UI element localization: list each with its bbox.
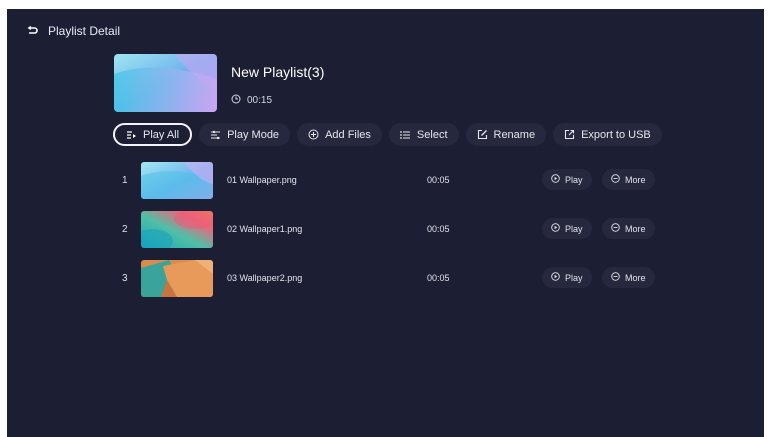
- file-duration: 00:05: [427, 273, 450, 283]
- play-mode-button[interactable]: Play Mode: [199, 123, 291, 146]
- export-icon: [564, 129, 575, 140]
- file-duration: 00:05: [427, 175, 450, 185]
- select-button[interactable]: Select: [388, 123, 459, 146]
- playlist-cover-image: [114, 54, 217, 112]
- more-circle-icon: [611, 272, 620, 283]
- list-item[interactable]: 3 03 Wallpaper2.png 00:05 Play More: [114, 260, 674, 297]
- playlist-detail-screen: Playlist Detail New Playlist(3) 00:15 Pl…: [7, 9, 764, 437]
- add-circle-icon: [308, 129, 319, 140]
- file-thumbnail: [141, 211, 213, 248]
- topbar: Playlist Detail: [27, 24, 120, 38]
- play-mode-icon: [210, 129, 221, 140]
- page-title: Playlist Detail: [48, 24, 121, 38]
- play-button[interactable]: Play: [542, 267, 592, 288]
- list-select-icon: [400, 129, 411, 140]
- more-button[interactable]: More: [602, 218, 655, 239]
- file-thumbnail: [141, 162, 213, 199]
- export-to-usb-button[interactable]: Export to USB: [553, 123, 662, 146]
- toolbar: Play All Play Mode Add Files Select Rena…: [113, 123, 662, 146]
- more-button[interactable]: More: [602, 267, 655, 288]
- list-item[interactable]: 1 01 Wallpaper.png 00:05 Play More: [114, 162, 674, 199]
- play-circle-icon: [551, 174, 560, 185]
- play-button[interactable]: Play: [542, 218, 592, 239]
- playlist-duration-text: 00:15: [247, 95, 273, 106]
- clock-icon: [231, 94, 241, 107]
- file-thumbnail: [141, 260, 213, 297]
- playlist-play-icon: [126, 129, 137, 140]
- play-all-button[interactable]: Play All: [113, 123, 193, 146]
- item-index: 1: [122, 175, 128, 186]
- file-list: 1 01 Wallpaper.png 00:05 Play More 2 02 …: [114, 162, 674, 309]
- more-circle-icon: [611, 174, 620, 185]
- file-name: 01 Wallpaper.png: [227, 175, 297, 185]
- play-circle-icon: [551, 223, 560, 234]
- playlist-duration: 00:15: [231, 94, 272, 107]
- play-button[interactable]: Play: [542, 169, 592, 190]
- item-index: 3: [122, 273, 128, 284]
- file-duration: 00:05: [427, 224, 450, 234]
- more-button[interactable]: More: [602, 169, 655, 190]
- file-name: 03 Wallpaper2.png: [227, 273, 303, 283]
- rename-button[interactable]: Rename: [465, 123, 547, 146]
- item-index: 2: [122, 224, 128, 235]
- play-circle-icon: [551, 272, 560, 283]
- add-files-button[interactable]: Add Files: [297, 123, 382, 146]
- back-arrow-icon[interactable]: [27, 26, 38, 36]
- file-name: 02 Wallpaper1.png: [227, 224, 303, 234]
- more-circle-icon: [611, 223, 620, 234]
- edit-icon: [477, 129, 488, 140]
- list-item[interactable]: 2 02 Wallpaper1.png 00:05 Play More: [114, 211, 674, 248]
- playlist-title: New Playlist(3): [231, 64, 325, 80]
